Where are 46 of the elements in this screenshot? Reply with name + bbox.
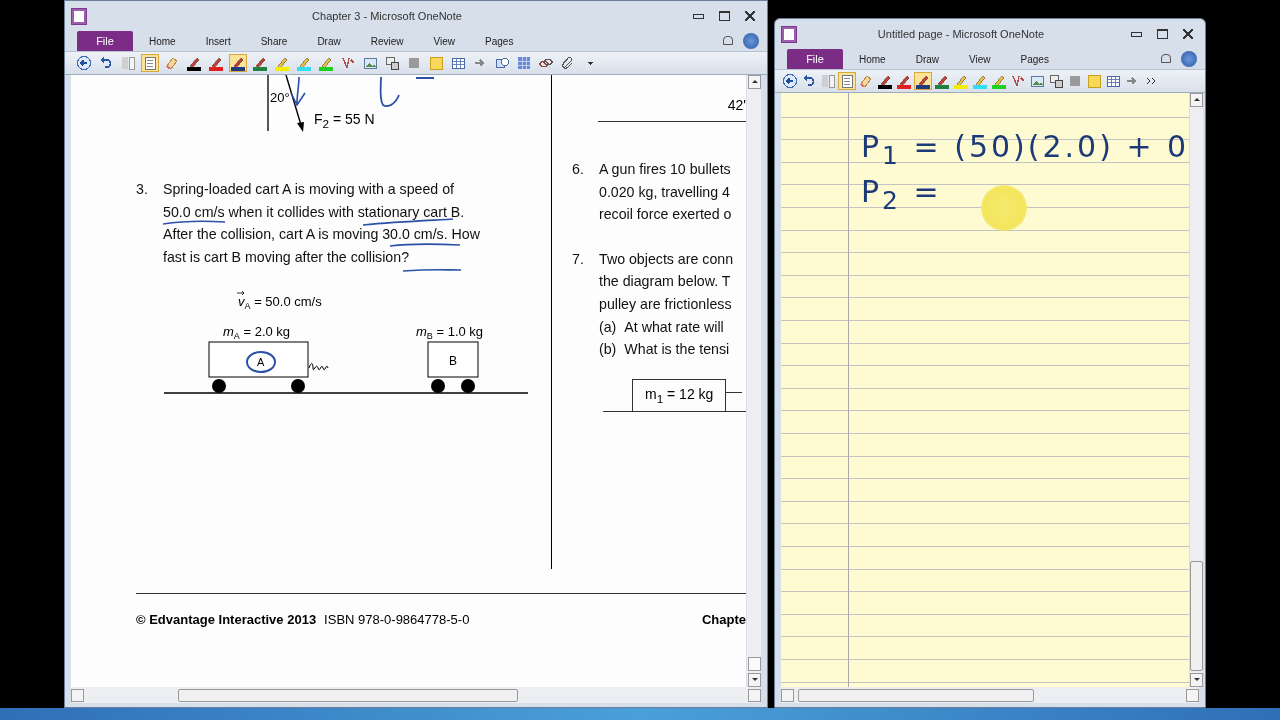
question-text: recoil force exerted o — [599, 205, 732, 225]
ribbon-tab[interactable]: Draw — [901, 49, 954, 69]
handwritten-text: P$_{1}$ = (50)(2.0) + 0 — [861, 129, 1190, 170]
ribbon-tab[interactable]: Draw — [303, 31, 355, 51]
chapter-label: Chapte — [701, 612, 746, 627]
question-text: A gun fires 10 bullets — [599, 160, 731, 179]
file-tab[interactable]: File — [787, 49, 843, 69]
ribbon-tab[interactable]: View — [955, 49, 1005, 69]
angle-label: 42' — [727, 97, 746, 113]
question-number: 6. — [572, 160, 585, 179]
ribbon-tab[interactable]: Insert — [191, 31, 245, 51]
question-text: 0.020 kg, travelling 4 — [599, 182, 730, 202]
velocity-label: v$_{A}$ = 50.0 cm/s — [238, 294, 322, 312]
file-tab[interactable]: File — [77, 31, 133, 51]
question-text: fast is cart B moving after the collision? — [163, 247, 410, 267]
question-text: What is the tensi — [624, 340, 730, 360]
question-text: the diagram below. T — [599, 272, 731, 292]
ribbon-tab[interactable]: Home — [135, 31, 190, 51]
question-text: pulley are frictionless — [599, 294, 732, 314]
cart-label: B — [449, 354, 457, 369]
ribbon-tab[interactable]: Pages — [471, 31, 528, 51]
question-text: At what rate will — [624, 317, 724, 337]
ribbon-tab[interactable]: Home — [845, 49, 900, 69]
ribbon-tab[interactable]: View — [419, 31, 470, 51]
copyright-text: © Edvantage Interactive 2013 — [136, 612, 317, 627]
ribbon-tab[interactable]: Share — [246, 31, 302, 51]
question-number: 7. — [572, 249, 585, 269]
handwritten-text: P$_{2}$ = — [861, 174, 942, 215]
question-number: 3. — [136, 180, 149, 199]
question-text: Spring-loaded cart A is moving with a speed of — [163, 180, 454, 199]
part-label: (b) — [599, 340, 617, 360]
part-label: (a) — [599, 317, 617, 337]
force-label: F$_{2}$ = 55 N — [314, 111, 375, 130]
mass-label: m$_{B}$ = 1.0 kg — [416, 324, 484, 342]
ribbon-tab[interactable]: Pages — [1006, 49, 1063, 69]
window-title: Untitled page - Microsoft OneNote — [876, 28, 1046, 40]
isbn-text: ISBN 978-0-9864778-5-0 — [324, 612, 470, 627]
window-title: Chapter 3 - Microsoft OneNote — [311, 10, 463, 22]
question-text: 50.0 cm/s when it collides with stationary cart B. — [163, 202, 465, 222]
question-text: Two objects are conn — [599, 249, 734, 269]
mass-label: m$_{A}$ = 2.0 kg — [223, 324, 291, 342]
angle-label: 20° — [270, 90, 290, 105]
question-text: After the collision, cart A is moving 30.0 cm/s. How — [163, 225, 480, 245]
ribbon-tab[interactable]: Review — [356, 31, 418, 51]
cart-label: A — [257, 356, 265, 369]
mass-block: m$_{1}$ = 12 kg — [632, 378, 727, 411]
